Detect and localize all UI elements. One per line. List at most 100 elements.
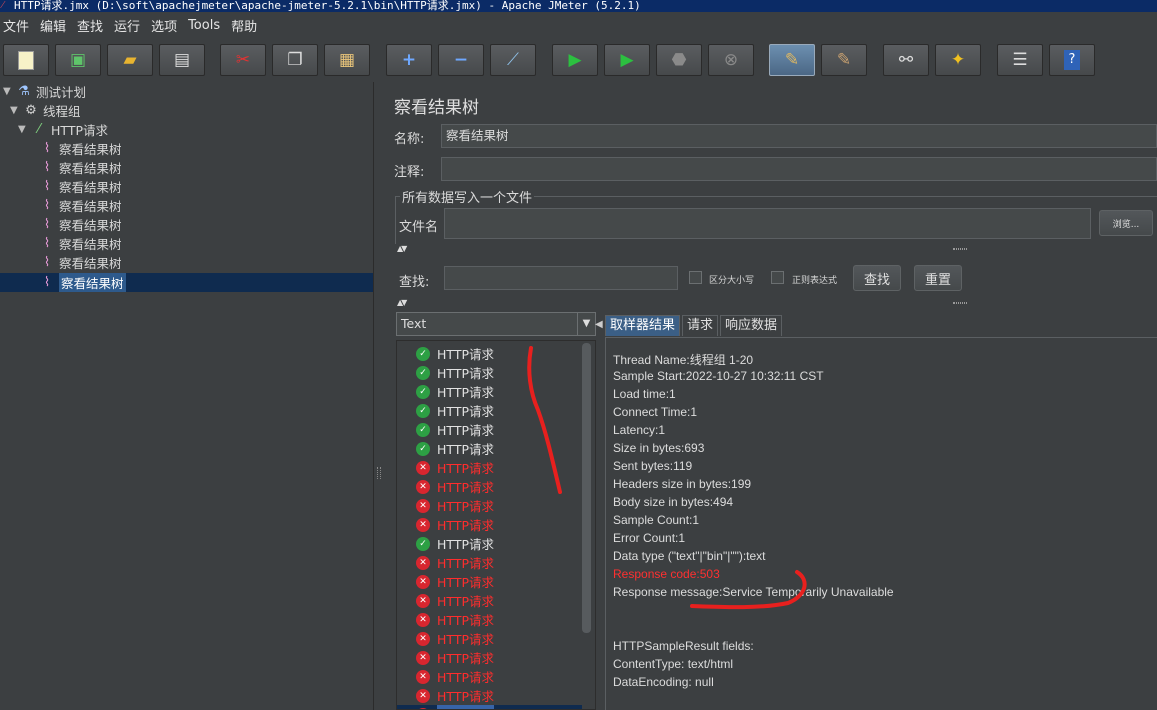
comment-field[interactable] <box>441 157 1157 181</box>
results-scrollbar[interactable] <box>582 343 591 633</box>
new-button[interactable] <box>3 44 49 76</box>
reset-search-button[interactable]: ✦ <box>935 44 981 76</box>
tree-node-listener[interactable]: ⌇ 察看结果树 <box>38 215 122 234</box>
result-row[interactable]: ✕HTTP请求 <box>397 515 582 534</box>
collapse-arrows-icon[interactable]: ▲▼ <box>397 244 407 253</box>
open-button[interactable]: ▰ <box>107 44 153 76</box>
result-label: HTTP请求 <box>437 480 494 495</box>
sample-result-line: Load time:1 <box>613 387 676 401</box>
result-row[interactable]: ✕HTTP请求 <box>397 629 582 648</box>
section-divider[interactable]: ▲▼ <box>395 298 1157 307</box>
expand-arrow-icon[interactable]: ▼ <box>10 105 22 116</box>
tab-request[interactable]: 请求 <box>682 315 719 336</box>
function-helper-button[interactable]: ☰ <box>997 44 1043 76</box>
caret-left-icon: ◀ <box>595 319 603 330</box>
success-shield-icon: ✓ <box>416 384 430 399</box>
section-divider[interactable]: ▲▼ <box>395 244 1157 253</box>
result-row[interactable]: ✓ HTTP请求 <box>397 344 582 363</box>
result-row[interactable]: ✕HTTP请求 <box>397 648 582 667</box>
sample-result-line: Body size in bytes:494 <box>613 495 734 509</box>
start-button[interactable]: ▶ <box>552 44 598 76</box>
filename-field[interactable] <box>444 208 1091 239</box>
clear-button[interactable]: ✎ <box>769 44 815 76</box>
clear-all-button[interactable]: ✎ <box>821 44 867 76</box>
tree-node-listener[interactable]: ⌇ 察看结果树 <box>38 234 122 253</box>
copy-button[interactable]: ❐ <box>272 44 318 76</box>
tree-node-listener[interactable]: ⌇ 察看结果树 <box>38 253 122 272</box>
menu-search[interactable]: 查找 <box>76 16 109 35</box>
divider-grip-icon[interactable] <box>953 302 967 304</box>
browse-button[interactable]: 浏览... <box>1099 210 1153 236</box>
shutdown-button[interactable]: ⊗ <box>708 44 754 76</box>
result-row[interactable]: ✓ HTTP请求 <box>397 420 582 439</box>
cut-button[interactable]: ✂ <box>220 44 266 76</box>
collapse-arrows-icon[interactable]: ▲▼ <box>397 298 407 307</box>
toggle-button[interactable]: ⟋ <box>490 44 536 76</box>
start-no-pause-icon: ▶ <box>620 50 634 70</box>
divider-grip-icon[interactable] <box>953 248 967 250</box>
chevron-down-icon[interactable]: ▼ <box>577 313 595 335</box>
help-button[interactable]: ? <box>1049 44 1095 76</box>
expand-arrow-icon[interactable]: ▼ <box>3 86 15 97</box>
tree-node-http-request[interactable]: ▼ ⁄ HTTP请求 <box>18 120 108 139</box>
expand-button[interactable]: + <box>386 44 432 76</box>
tree-node-listener[interactable]: ⌇ 察看结果树 <box>38 196 122 215</box>
result-row[interactable]: ✕HTTP请求 <box>397 458 582 477</box>
graph-icon: ⌇ <box>43 217 51 232</box>
result-row[interactable]: ✕HTTP请求 <box>397 553 582 572</box>
sampler-result-text[interactable]: Thread Name:线程组 1-20 Sample Start:2022-10… <box>605 337 1157 710</box>
expand-arrow-icon[interactable]: ▼ <box>18 124 30 135</box>
tab-response-data[interactable]: 响应数据 <box>720 315 783 336</box>
result-row[interactable]: ✕HTTP请求 <box>397 572 582 591</box>
reset-button[interactable]: 重置 <box>914 265 962 291</box>
splitter-grip-icon[interactable] <box>377 467 381 479</box>
result-row[interactable]: ✕HTTP请求 <box>397 705 582 709</box>
window-title: HTTP请求.jmx (D:\soft\apachejmeter\apache-… <box>14 0 641 12</box>
start-icon: ▶ <box>568 50 582 70</box>
start-no-pause-button[interactable]: ▶ <box>604 44 650 76</box>
toolbar: ▣ ▰ ▤ ✂ ❐ ▦ + − ⟋ ▶ ▶ ⬣ ⊗ ✎ ✎ ⚯ ✦ ☰ ? <box>0 38 1157 82</box>
renderer-value: Text <box>401 316 427 331</box>
menu-tools[interactable]: Tools <box>187 18 226 33</box>
menu-edit[interactable]: 编辑 <box>39 16 72 35</box>
main-splitter[interactable] <box>373 82 383 710</box>
result-row[interactable]: ✕HTTP请求 <box>397 667 582 686</box>
result-label: HTTP请求 <box>437 499 494 514</box>
tab-sampler-result[interactable]: 取样器结果 <box>605 315 681 336</box>
result-row[interactable]: ✓ HTTP请求 <box>397 534 582 553</box>
paste-icon: ▦ <box>338 50 356 70</box>
result-row[interactable]: ✓ HTTP请求 <box>397 439 582 458</box>
paste-button[interactable]: ▦ <box>324 44 370 76</box>
result-row[interactable]: ✕HTTP请求 <box>397 686 582 705</box>
collapse-button[interactable]: − <box>438 44 484 76</box>
case-sensitive-checkbox[interactable] <box>689 271 702 284</box>
templates-button[interactable]: ▣ <box>55 44 101 76</box>
tree-node-listener-selected[interactable]: ⌇ 察看结果树 <box>38 273 126 292</box>
result-row[interactable]: ✕HTTP请求 <box>397 610 582 629</box>
find-button[interactable]: 查找 <box>853 265 901 291</box>
tree-node-listener[interactable]: ⌇ 察看结果树 <box>38 177 122 196</box>
save-button[interactable]: ▤ <box>159 44 205 76</box>
name-field[interactable]: 察看结果树 <box>441 124 1157 148</box>
result-row[interactable]: ✕HTTP请求 <box>397 477 582 496</box>
result-row[interactable]: ✓ HTTP请求 <box>397 363 582 382</box>
menu-options[interactable]: 选项 <box>150 16 183 35</box>
search-button[interactable]: ⚯ <box>883 44 929 76</box>
renderer-select[interactable]: Text ▼ <box>396 312 596 336</box>
result-row[interactable]: ✓ HTTP请求 <box>397 382 582 401</box>
error-shield-icon: ✕ <box>416 555 430 570</box>
menu-help[interactable]: 帮助 <box>230 16 263 35</box>
stop-button[interactable]: ⬣ <box>656 44 702 76</box>
tree-node-listener[interactable]: ⌇ 察看结果树 <box>38 139 122 158</box>
regex-checkbox[interactable] <box>771 271 784 284</box>
menu-run[interactable]: 运行 <box>113 16 146 35</box>
result-row[interactable]: ✕HTTP请求 <box>397 591 582 610</box>
tree-node-thread-group[interactable]: ▼ ⚙ 线程组 <box>10 101 81 120</box>
window-titlebar: ⁄ HTTP请求.jmx (D:\soft\apachejmeter\apach… <box>0 0 1157 12</box>
search-input[interactable] <box>444 266 678 290</box>
result-row[interactable]: ✕HTTP请求 <box>397 496 582 515</box>
tree-node-test-plan[interactable]: ▼ ⚗ 测试计划 <box>3 82 86 101</box>
tree-node-listener[interactable]: ⌇ 察看结果树 <box>38 158 122 177</box>
menu-file[interactable]: 文件 <box>2 16 35 35</box>
result-row[interactable]: ✓ HTTP请求 <box>397 401 582 420</box>
